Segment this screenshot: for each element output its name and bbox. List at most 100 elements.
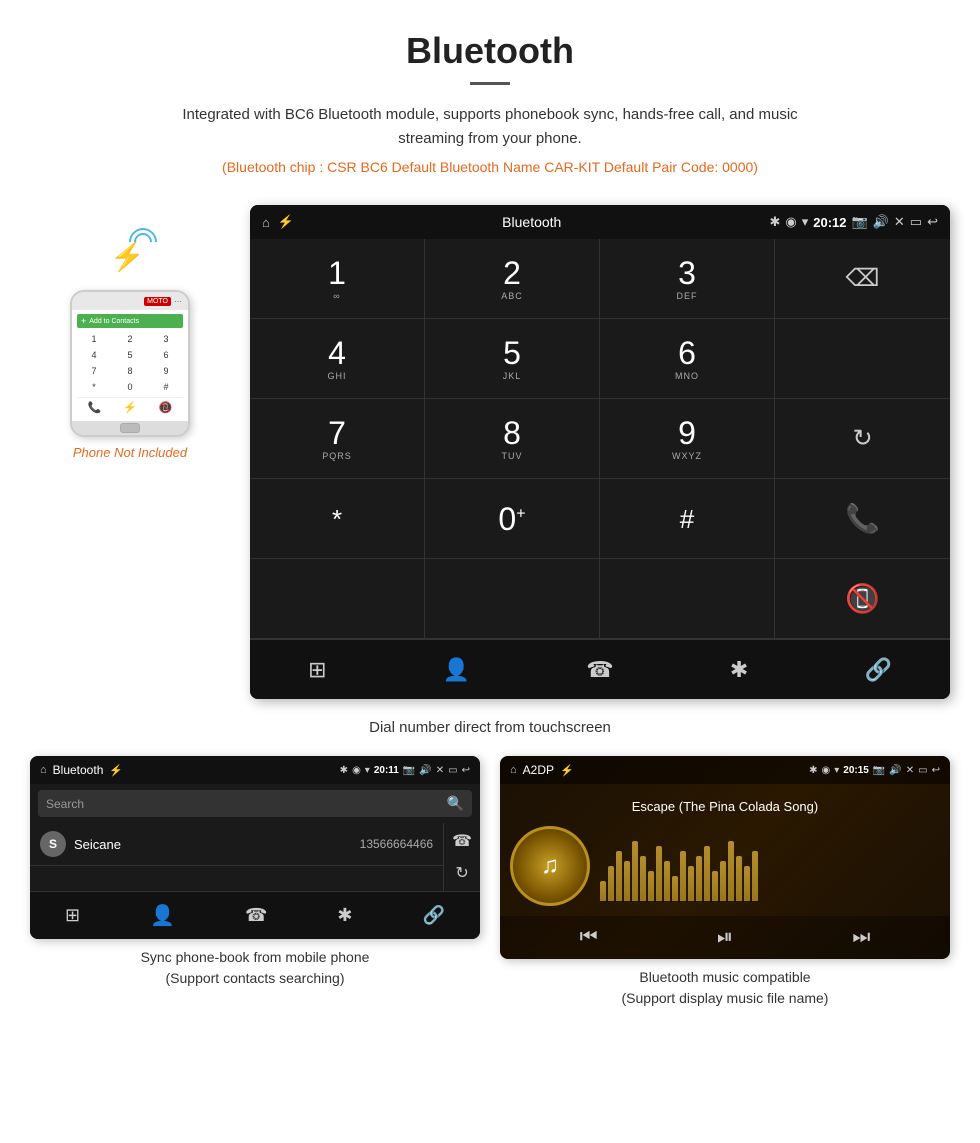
phone-home-button [120,423,140,433]
pb-close-icon: ✕ [436,765,444,776]
phone-side: ⚡ MOTO ··· Add to Contacts 123 456 789 *… [30,205,230,460]
pb-cam-icon: 📷 [403,765,415,776]
dialpad-1[interactable]: 1 ∞ [250,239,425,319]
phone-top-bar: MOTO ··· [72,292,188,310]
eq-bar [736,856,742,901]
prev-track-icon[interactable]: ⏮ [580,926,598,949]
pb-bottom-nav: ⊞ 👤 ☎ ✱ 🔗 [30,891,480,939]
camera-icon: 📷 [852,214,868,230]
pb-nav-bt[interactable]: ✱ [337,905,352,926]
phonebook-panel: ⌂ Bluetooth ⚡ ✱ ◉ ▾ 20:11 📷 🔊 ✕ ▭ ↩ Sea [30,756,480,1009]
eq-bar [608,866,614,901]
dialpad-8[interactable]: 8 TUV [425,399,600,479]
pb-loc-icon: ◉ [352,765,361,776]
dialpad-3[interactable]: 3 DEF [600,239,775,319]
statusbar-right: ✱ ◉ ▾ 20:12 📷 🔊 ✕ ▭ ↩ [769,214,938,230]
pb-bt-icon: ✱ [340,765,348,776]
eq-bar [600,881,606,901]
bottom-panels: ⌂ Bluetooth ⚡ ✱ ◉ ▾ 20:11 📷 🔊 ✕ ▭ ↩ Sea [0,756,980,1039]
eq-bar [632,841,638,901]
end-call-button[interactable]: 📵 [845,582,880,615]
phone-screen: Add to Contacts 123 456 789 *0# 📞 ⚡ 📵 [72,310,188,421]
nav-bt-icon[interactable]: ✱ [730,657,748,683]
dialpad-6[interactable]: 6 MNO [600,319,775,399]
usb-icon: ⚡ [278,214,294,230]
pb-statusbar: ⌂ Bluetooth ⚡ ✱ ◉ ▾ 20:11 📷 🔊 ✕ ▭ ↩ [30,756,480,784]
eq-bar [624,861,630,901]
phone-bottom-row: 📞 ⚡ 📵 [77,397,183,417]
equalizer-bars [600,831,940,901]
pb-vol-icon: 🔊 [419,765,431,776]
volume-icon: 🔊 [873,214,889,230]
pb-nav-call[interactable]: ☎ [245,905,267,926]
dialpad-empty-1: ⌫ [775,239,950,319]
dialpad-endcall-cell: 📵 [775,559,950,639]
music-controls: ⏮ ⏯ ⏭ [500,916,950,959]
pb-usb-icon: ⚡ [109,764,123,777]
pb-nav-user[interactable]: 👤 [150,903,175,928]
music-note-icon: ♫ [541,852,559,880]
eq-bar [672,876,678,901]
play-pause-icon[interactable]: ⏯ [717,926,733,949]
dialpad-7[interactable]: 7 PQRS [250,399,425,479]
next-track-icon[interactable]: ⏭ [852,926,870,949]
music-bt-icon: ✱ [809,765,817,776]
pb-right-icons: ☎ ↻ [443,823,480,891]
dialpad-reload-cell: ↻ [775,399,950,479]
phonebook-screen: ⌂ Bluetooth ⚡ ✱ ◉ ▾ 20:11 📷 🔊 ✕ ▭ ↩ Sea [30,756,480,939]
delete-icon[interactable]: ⌫ [846,264,880,293]
dial-statusbar: ⌂ ⚡ Bluetooth ✱ ◉ ▾ 20:12 📷 🔊 ✕ ▭ ↩ [250,205,950,239]
moto-badge: MOTO [144,297,171,306]
statusbar-time: 20:12 [813,215,846,230]
dial-bottom-nav: ⊞ 👤 ☎ ✱ 🔗 [250,639,950,699]
dialpad-empty-5 [600,559,775,639]
pb-nav-grid[interactable]: ⊞ [65,905,80,926]
pb-win-icon: ▭ [448,765,457,776]
dial-screen: ⌂ ⚡ Bluetooth ✱ ◉ ▾ 20:12 📷 🔊 ✕ ▭ ↩ 1 ∞ [250,205,950,699]
dialpad-2[interactable]: 2 ABC [425,239,600,319]
header-specs: (Bluetooth chip : CSR BC6 Default Blueto… [20,159,960,175]
pb-back-icon: ↩ [462,765,470,776]
dialpad-5[interactable]: 5 JKL [425,319,600,399]
dialpad-0[interactable]: 0+ [425,479,600,559]
music-cam-icon: 📷 [873,765,885,776]
music-screen: ⌂ A2DP ⚡ ✱ ◉ ▾ 20:15 📷 🔊 ✕ ▭ ↩ Escape ( [500,756,950,959]
eq-bar [728,841,734,901]
pb-refresh-right-icon[interactable]: ↻ [455,863,468,883]
pb-search-placeholder: Search [46,797,84,811]
dialpad-empty-3 [250,559,425,639]
call-button[interactable]: 📞 [845,502,880,535]
music-close-icon: ✕ [906,765,914,776]
reload-icon[interactable]: ↻ [852,424,872,453]
dial-caption: Dial number direct from touchscreen [0,709,980,756]
dialpad-4[interactable]: 4 GHI [250,319,425,399]
dialpad-star[interactable]: * [250,479,425,559]
signal-icon: ▾ [802,214,809,230]
music-usb-icon: ⚡ [560,764,574,777]
music-home-icon: ⌂ [510,764,517,776]
nav-contacts-icon[interactable]: 👤 [443,657,470,683]
music-back-icon: ↩ [932,765,940,776]
dialpad-hash[interactable]: # [600,479,775,559]
nav-call-icon[interactable]: ☎ [586,657,613,683]
phone-home-bar [72,421,188,435]
music-win-icon: ▭ [918,765,927,776]
statusbar-left: ⌂ ⚡ [262,214,294,230]
pb-nav-link[interactable]: 🔗 [423,905,445,926]
phonebook-caption: Sync phone-book from mobile phone(Suppor… [30,947,480,989]
location-icon: ◉ [785,214,796,230]
nav-grid-icon[interactable]: ⊞ [308,657,326,683]
album-art: ♫ [510,826,590,906]
pb-search-bar[interactable]: Search 🔍 [38,790,472,817]
nav-link-icon[interactable]: 🔗 [864,657,891,683]
eq-bar [648,871,654,901]
contact-avatar: S [40,831,66,857]
page-title: Bluetooth [20,30,960,72]
close-icon: ✕ [894,214,905,230]
music-signal-icon: ▾ [834,765,839,776]
eq-bar [616,851,622,901]
pb-call-right-icon[interactable]: ☎ [452,831,472,851]
dialpad-9[interactable]: 9 WXYZ [600,399,775,479]
pb-signal-icon: ▾ [365,765,370,776]
pb-content: S Seicane 13566664466 ☎ ↻ [30,823,480,891]
